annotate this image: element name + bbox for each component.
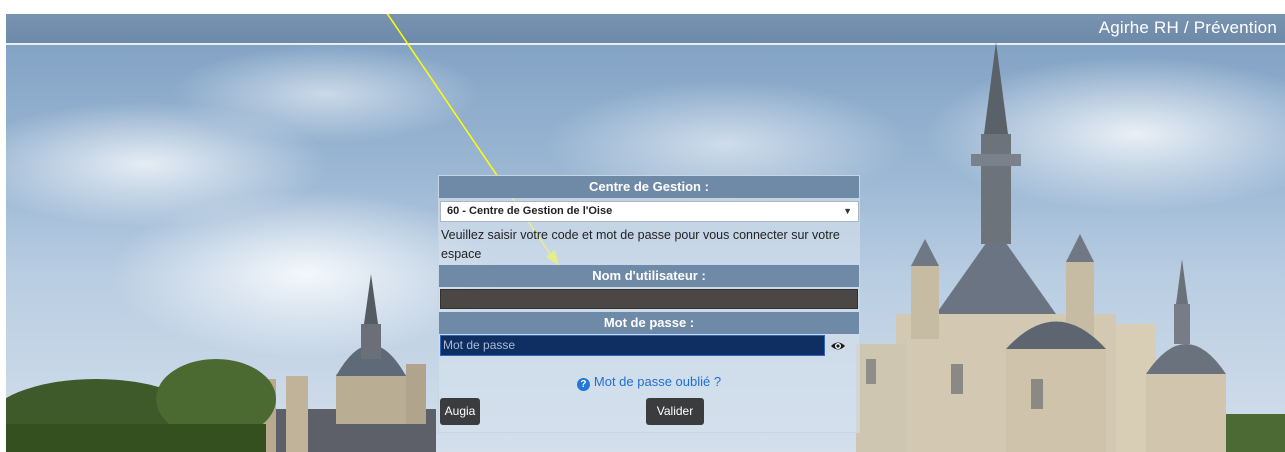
augia-button[interactable]: Augia bbox=[440, 398, 480, 425]
centre-select[interactable]: 60 - Centre de Gestion de l'Oise ▼ bbox=[440, 201, 859, 222]
caret-down-icon: ▼ bbox=[843, 206, 852, 216]
password-input[interactable]: Mot de passe bbox=[440, 335, 825, 356]
centre-label: Centre de Gestion : bbox=[439, 176, 859, 198]
username-input[interactable] bbox=[440, 289, 858, 309]
forgot-password-link[interactable]: ? Mot de passe oublié ? bbox=[439, 374, 859, 391]
login-instructions: Veuillez saisir votre code et mot de pas… bbox=[441, 228, 840, 261]
login-panel: Centre de Gestion : 60 - Centre de Gesti… bbox=[438, 175, 860, 433]
eye-icon[interactable] bbox=[830, 338, 846, 354]
password-label: Mot de passe : bbox=[439, 312, 859, 334]
centre-select-value: 60 - Centre de Gestion de l'Oise bbox=[447, 205, 613, 217]
validate-button[interactable]: Valider bbox=[646, 398, 704, 425]
username-label: Nom d'utilisateur : bbox=[439, 265, 859, 287]
forgot-password-text: Mot de passe oublié ? bbox=[593, 374, 722, 389]
question-circle-icon: ? bbox=[576, 378, 590, 391]
